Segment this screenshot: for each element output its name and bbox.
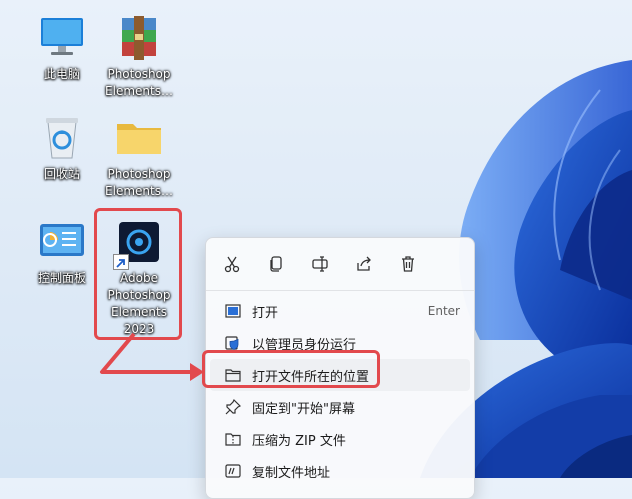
annotation-arrow [100,332,204,381]
